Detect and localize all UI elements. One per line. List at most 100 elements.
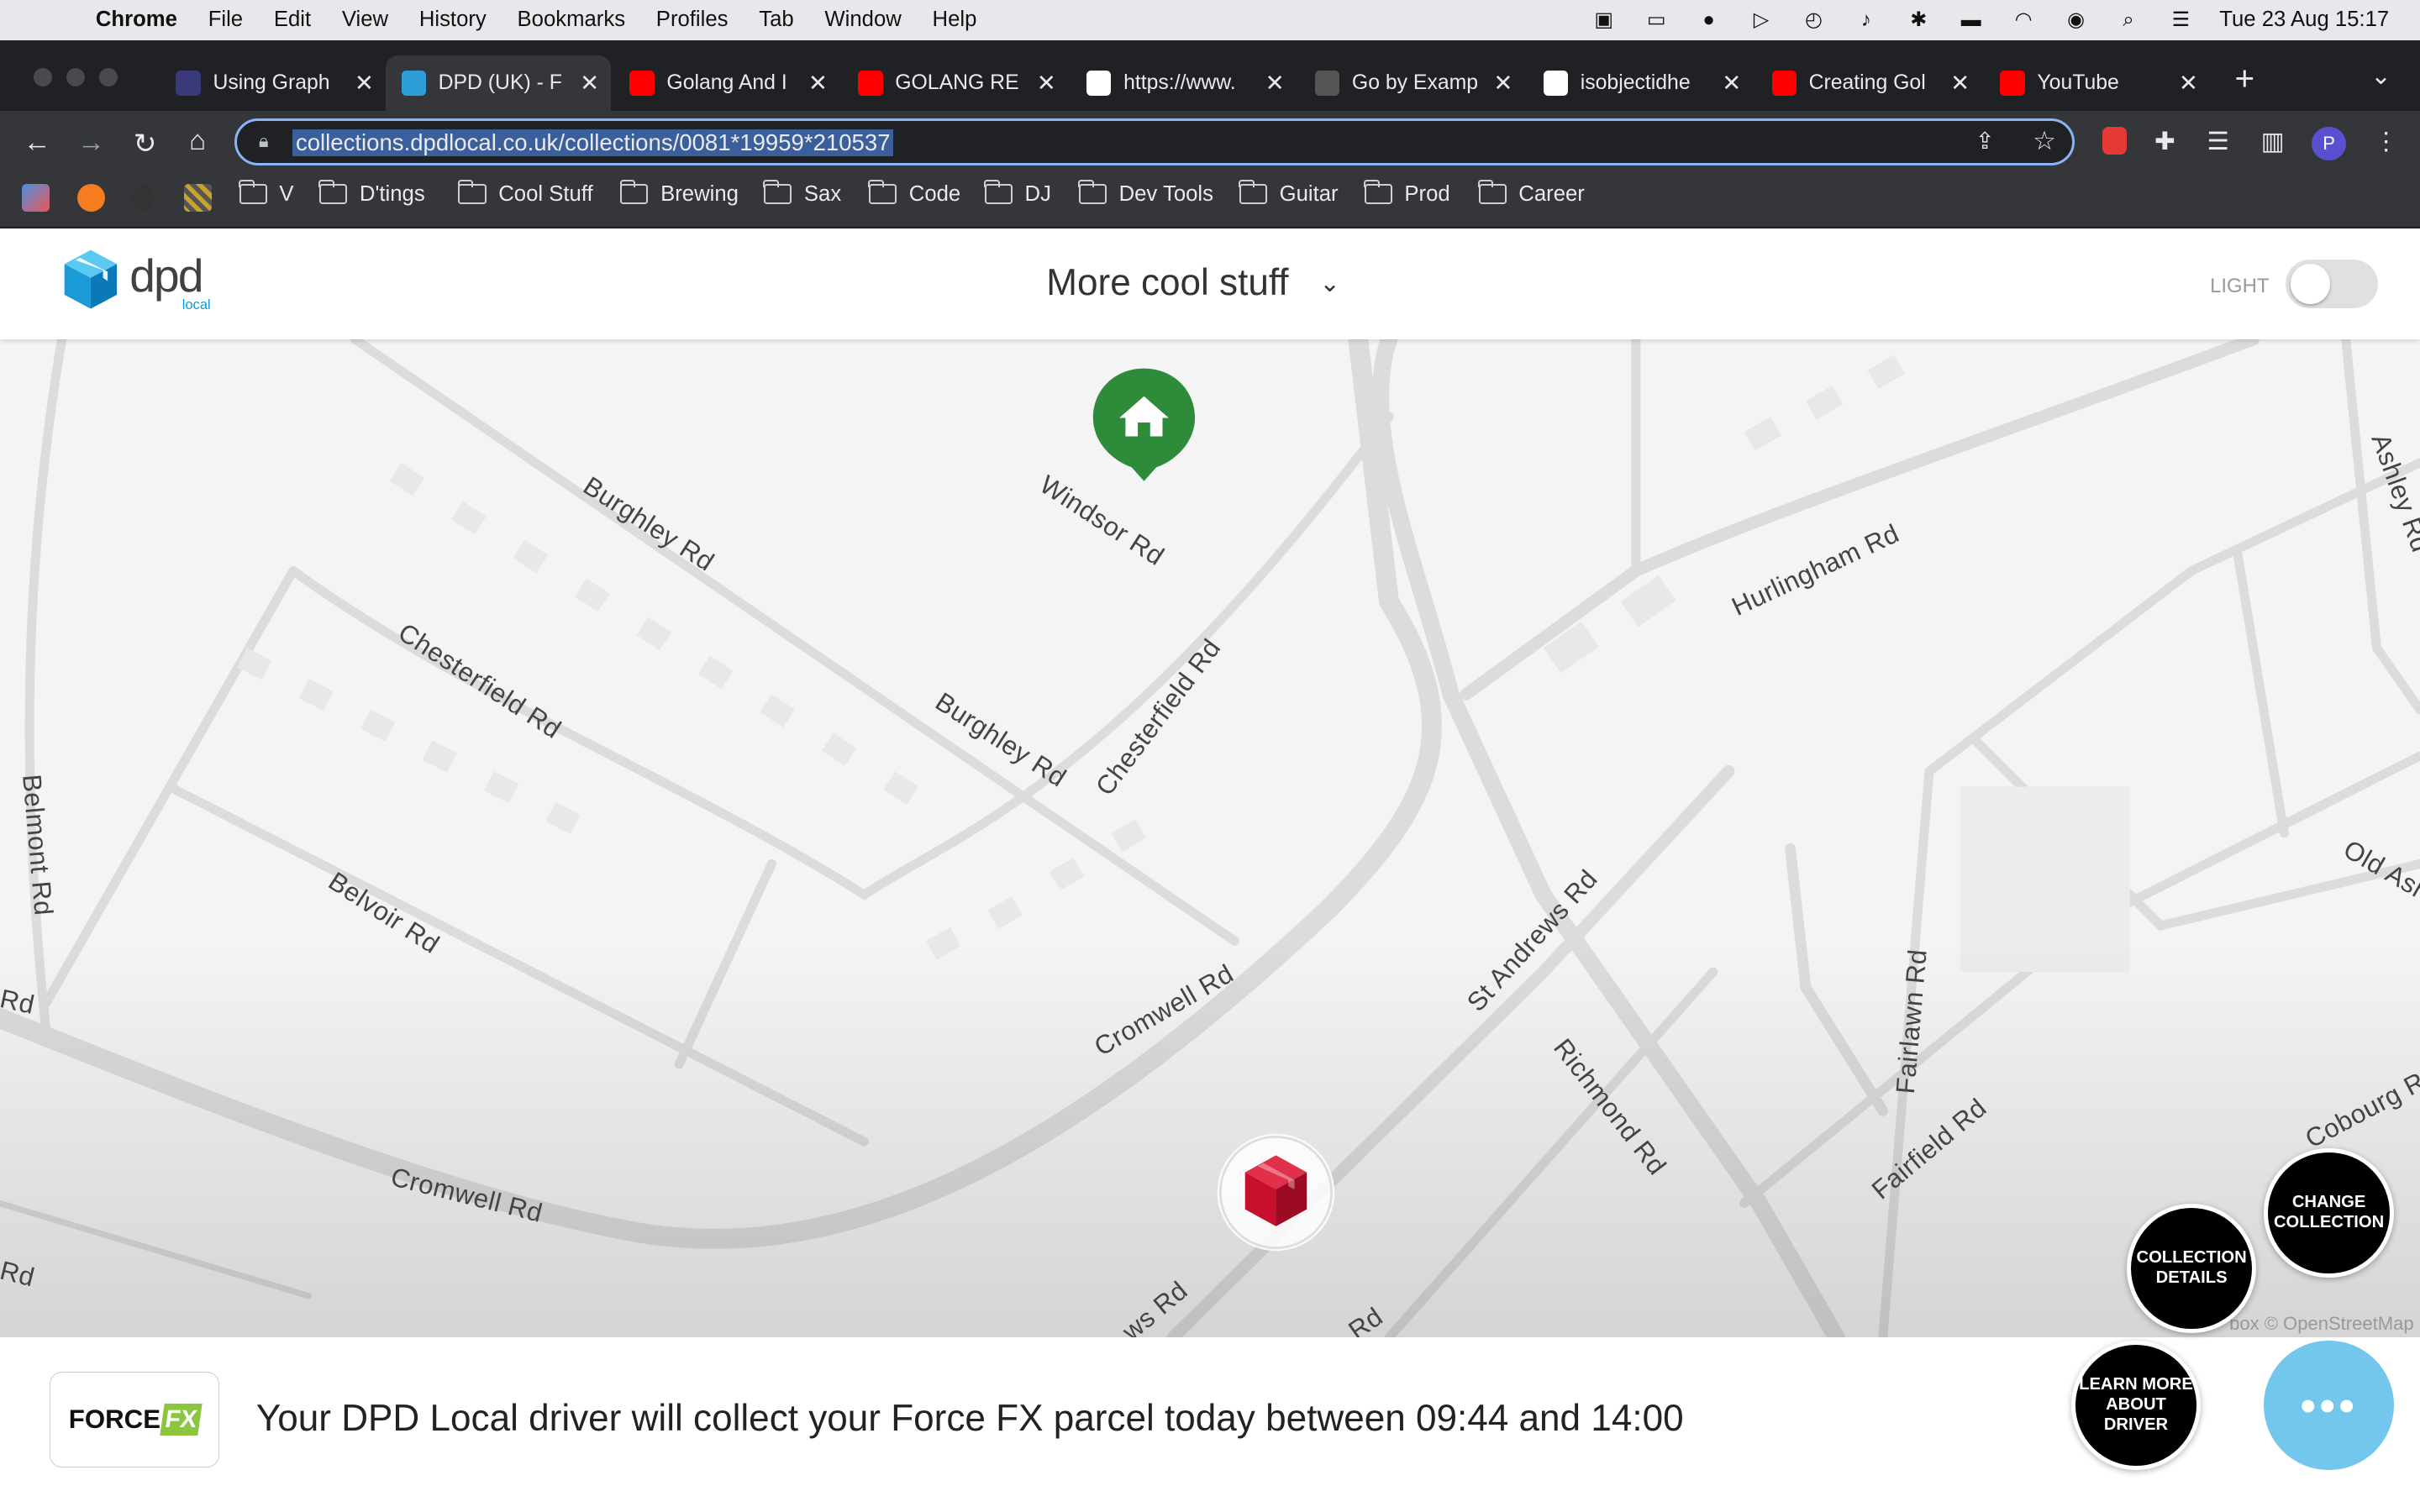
collection-footer: FORCE FX Your DPD Local driver will coll… — [0, 1337, 2420, 1512]
bookmark-label: Brewing — [660, 181, 739, 206]
bookmark-folder[interactable]: Dev Tools — [1078, 179, 1213, 207]
theme-toggle[interactable] — [2286, 259, 2379, 309]
menu-tab[interactable]: Tab — [759, 8, 793, 32]
forward-button[interactable]: → — [76, 127, 107, 159]
google-icon — [1086, 71, 1112, 96]
browser-tab[interactable]: Using Graph ✕ — [160, 55, 386, 111]
battery-icon[interactable]: ▬ — [1957, 8, 1985, 31]
bookmark-label: Career — [1518, 181, 1585, 206]
new-tab-button[interactable]: + — [2235, 59, 2255, 98]
tab-search-chevron-icon[interactable]: ⌄ — [2370, 61, 2391, 91]
bookmark-folder[interactable]: DJ — [984, 179, 1051, 207]
bookmark-folder[interactable]: Cool Stuff — [457, 179, 593, 207]
menu-file[interactable]: File — [208, 8, 243, 32]
menu-profiles[interactable]: Profiles — [656, 8, 729, 32]
home-location-pin[interactable] — [1092, 365, 1197, 483]
side-panel-icon[interactable]: ▥ — [2261, 127, 2285, 156]
tab-title: Using Graph — [213, 71, 330, 95]
close-tab-icon[interactable]: ✕ — [349, 70, 380, 97]
browser-tab[interactable]: Golang And I ✕ — [614, 55, 839, 111]
folder-icon — [984, 179, 1013, 205]
bookmark-folder[interactable]: Prod — [1363, 179, 1450, 207]
bookmark-folder[interactable]: Sax — [763, 179, 841, 207]
menu-history[interactable]: History — [419, 8, 487, 32]
back-button[interactable]: ← — [22, 127, 53, 159]
profile-avatar[interactable]: P — [2312, 126, 2346, 161]
browser-tab[interactable]: Go by Examp ✕ — [1300, 55, 1525, 111]
dpd-parcel-marker[interactable] — [1214, 1131, 1338, 1254]
map-view[interactable]: Windsor Rd Burghley Rd Burghley Rd Chest… — [0, 339, 2420, 1338]
collection-message: Your DPD Local driver will collect your … — [255, 1398, 1684, 1440]
close-tab-icon[interactable]: ✕ — [2173, 70, 2204, 97]
bookmark-folder[interactable]: Career — [1477, 179, 1585, 207]
time-machine-icon[interactable]: ◴ — [1800, 8, 1828, 31]
bookmark-favicon-4[interactable] — [183, 183, 212, 212]
menu-edit[interactable]: Edit — [274, 8, 311, 32]
bluetooth-icon[interactable]: ✱ — [1905, 8, 1933, 31]
adblock-extension-icon[interactable] — [2102, 126, 2127, 161]
map-attribution[interactable]: box © OpenStreetMap — [2229, 1313, 2414, 1335]
bookmark-folder[interactable]: Brewing — [619, 179, 739, 207]
change-collection-button[interactable]: CHANGE COLLECTION — [2264, 1147, 2394, 1278]
user-icon[interactable]: ◉ — [2062, 8, 2090, 31]
menu-help[interactable]: Help — [933, 8, 977, 32]
bookmark-label: Prod — [1404, 181, 1450, 206]
close-tab-icon[interactable]: ✕ — [1944, 70, 1975, 97]
url-text[interactable]: collections.dpdlocal.co.uk/collections/0… — [292, 129, 894, 156]
menubar-clock[interactable]: Tue 23 Aug 15:17 — [2219, 8, 2389, 32]
display-icon[interactable]: ▭ — [1643, 8, 1670, 31]
tab-title: DPD (UK) - F — [438, 71, 562, 95]
extensions-puzzle-icon[interactable]: ✚ — [2154, 127, 2175, 156]
close-tab-icon[interactable]: ✕ — [1488, 70, 1519, 97]
home-button[interactable]: ⌂ — [182, 125, 213, 157]
browser-tab[interactable]: https://www. ✕ — [1071, 55, 1297, 111]
collection-details-button[interactable]: COLLECTION DETAILS — [2126, 1203, 2257, 1333]
bookmark-star-icon[interactable]: ☆ — [2033, 126, 2056, 156]
folder-icon — [1239, 179, 1267, 205]
bookmark-folder[interactable]: V — [238, 179, 294, 207]
close-tab-icon[interactable]: ✕ — [1260, 70, 1291, 97]
app-status-icon[interactable]: ▣ — [1590, 8, 1618, 31]
close-tab-icon[interactable]: ✕ — [1031, 70, 1062, 97]
browser-tab[interactable]: Creating Gol ✕ — [1756, 55, 1981, 111]
control-center-icon[interactable]: ☰ — [2167, 8, 2195, 31]
bookmark-favicon-1[interactable] — [21, 183, 50, 212]
share-icon[interactable]: ⇪ — [1975, 128, 1995, 155]
learn-more-driver-button[interactable]: LEARN MORE ABOUT DRIVER — [2070, 1341, 2202, 1471]
parcel-selector[interactable]: More cool stuff ⌄ — [1046, 262, 1340, 304]
bookmark-folder[interactable]: Guitar — [1239, 179, 1339, 207]
bookmark-folder[interactable]: D'tings — [318, 179, 425, 207]
menu-view[interactable]: View — [342, 8, 388, 32]
browser-tab[interactable]: YouTube ✕ — [1985, 55, 2210, 111]
spotlight-search-icon[interactable]: ⌕ — [2114, 8, 2142, 31]
logo-local: local — [182, 296, 211, 312]
browser-tab[interactable]: DPD (UK) - F ✕ — [386, 55, 612, 112]
dpd-logo[interactable]: dpd local — [61, 247, 211, 312]
reading-list-icon[interactable]: ☰ — [2207, 127, 2228, 156]
menu-window[interactable]: Window — [824, 8, 901, 32]
bookmark-favicon-2[interactable] — [76, 183, 105, 212]
volume-icon[interactable]: ♪ — [1852, 8, 1880, 31]
youtube-icon — [1771, 71, 1797, 96]
zoom-window-icon[interactable] — [98, 67, 118, 87]
play-icon[interactable]: ▷ — [1747, 8, 1775, 31]
close-tab-icon[interactable]: ✕ — [1716, 70, 1747, 97]
reload-button[interactable]: ↻ — [129, 127, 160, 160]
menu-bookmarks[interactable]: Bookmarks — [518, 8, 626, 32]
map-canvas[interactable] — [0, 339, 2420, 1338]
close-window-icon[interactable] — [34, 67, 53, 87]
browser-menu-icon[interactable]: ⋮ — [2374, 127, 2398, 156]
wifi-icon[interactable]: ◠ — [2010, 8, 2038, 31]
menu-app-name[interactable]: Chrome — [96, 8, 177, 32]
dpd-header: dpd local More cool stuff ⌄ LIGHT — [0, 228, 2420, 340]
more-options-button[interactable]: ••• — [2264, 1341, 2394, 1471]
close-tab-icon[interactable]: ✕ — [802, 70, 834, 97]
lock-icon[interactable]: 🔒︎ — [259, 130, 269, 152]
browser-tab[interactable]: isobjectidhe ✕ — [1528, 55, 1753, 111]
bookmark-folder[interactable]: Code — [868, 179, 960, 207]
minimize-window-icon[interactable] — [66, 67, 85, 87]
address-bar[interactable]: 🔒︎ collections.dpdlocal.co.uk/collection… — [234, 118, 2075, 165]
elephant-icon[interactable]: ● — [1695, 8, 1723, 31]
close-tab-icon[interactable]: ✕ — [574, 70, 605, 97]
browser-tab[interactable]: GOLANG RE ✕ — [843, 55, 1068, 111]
